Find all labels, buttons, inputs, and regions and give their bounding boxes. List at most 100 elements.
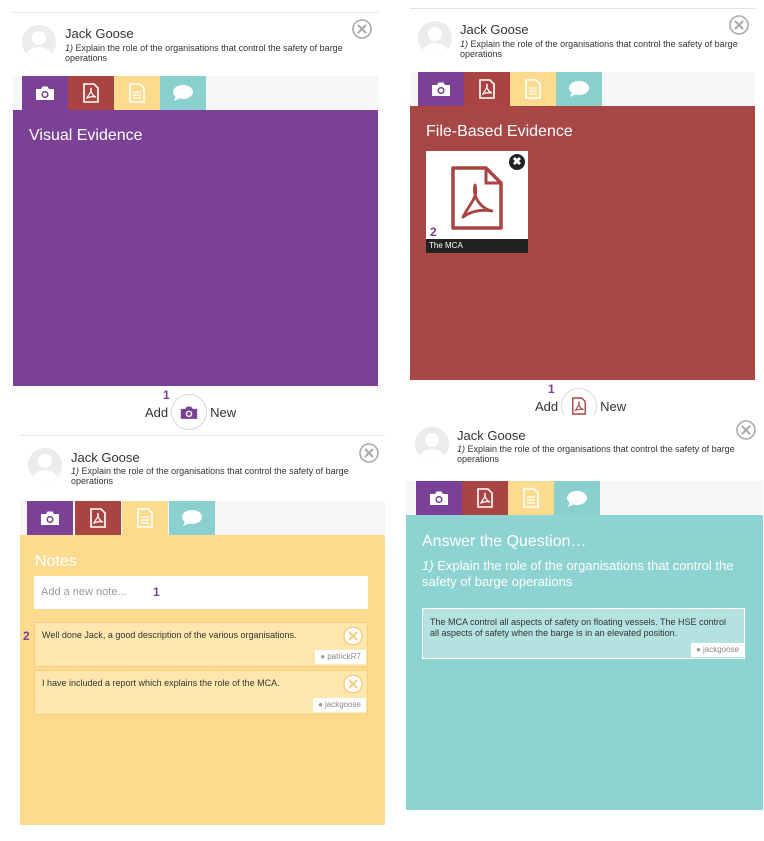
question-number: 1) xyxy=(457,444,466,454)
tab-comment[interactable] xyxy=(169,501,215,535)
section-title: Notes xyxy=(35,553,77,570)
note-icon xyxy=(525,79,541,99)
tab-notes[interactable] xyxy=(508,481,554,515)
section-title: Visual Evidence xyxy=(29,127,143,144)
add-photo-button[interactable] xyxy=(171,394,208,430)
pdf-icon xyxy=(479,79,495,99)
panel-header: Jack Goose 1) Explain the role of the or… xyxy=(13,12,378,77)
section-title: File-Based Evidence xyxy=(426,123,573,140)
evidence-tabs xyxy=(20,501,385,535)
add-label: Add xyxy=(145,404,169,420)
delete-note-icon[interactable] xyxy=(343,674,363,694)
evidence-tabs xyxy=(13,76,378,110)
close-icon[interactable] xyxy=(352,19,372,39)
question-text: 1) Explain the role of the organisations… xyxy=(457,444,742,464)
speech-bubble-icon xyxy=(567,490,587,507)
question-number: 1) xyxy=(460,39,469,49)
file-name: The MCA xyxy=(426,239,528,253)
notes-panel: Jack Goose 1) Explain the role of the or… xyxy=(20,435,385,825)
panel-header: Jack Goose 1) Explain the role of the or… xyxy=(410,8,755,73)
answer-area: Answer the Question… 1) Explain the role… xyxy=(406,515,763,810)
visual-evidence-panel: Jack Goose 1) Explain the role of the or… xyxy=(13,12,378,432)
tab-photo[interactable] xyxy=(418,72,464,106)
camera-icon xyxy=(430,491,448,505)
tab-notes[interactable] xyxy=(122,501,168,535)
note-icon xyxy=(137,508,153,528)
note-icon xyxy=(129,83,145,103)
pdf-file-icon xyxy=(451,166,503,230)
tab-notes[interactable] xyxy=(510,72,556,106)
add-label: Add xyxy=(535,398,559,414)
tab-file[interactable] xyxy=(462,481,508,515)
question-body: Explain the role of the organisations th… xyxy=(457,444,735,464)
tab-notes[interactable] xyxy=(114,76,160,110)
close-icon[interactable] xyxy=(729,15,749,35)
new-label: New xyxy=(600,398,627,414)
pdf-icon xyxy=(83,83,99,103)
question-number: 1) xyxy=(71,466,80,476)
file-evidence-panel: Jack Goose 1) Explain the role of the or… xyxy=(410,8,755,428)
speech-bubble-icon xyxy=(173,85,193,101)
student-name: Jack Goose xyxy=(460,22,529,37)
avatar xyxy=(28,448,62,482)
note-input-count: 1 xyxy=(153,585,160,599)
delete-note-icon[interactable] xyxy=(343,626,363,646)
camera-icon xyxy=(41,511,59,525)
note-item: I have included a report which explains … xyxy=(34,670,368,715)
panel-header: Jack Goose 1) Explain the role of the or… xyxy=(406,415,763,479)
question-body: Explain the role of the organisations th… xyxy=(460,39,738,59)
file-number: 2 xyxy=(430,225,437,239)
note-list-count: 2 xyxy=(23,629,30,643)
avatar xyxy=(418,21,452,55)
note-author: ● jackgoose xyxy=(313,698,366,712)
tab-comment[interactable] xyxy=(160,76,206,110)
note-text: I have included a report which explains … xyxy=(42,678,280,688)
tab-file[interactable] xyxy=(464,72,510,106)
user-icon: ● xyxy=(318,700,323,709)
tab-file[interactable] xyxy=(68,76,114,110)
user-icon: ● xyxy=(320,652,326,661)
camera-icon xyxy=(432,82,450,96)
avatar xyxy=(22,25,56,59)
author-name: jackgoose xyxy=(324,700,361,709)
question-body: Explain the role of the organisations th… xyxy=(422,558,734,589)
question-text: 1) Explain the role of the organisations… xyxy=(65,43,355,63)
add-new-visual: Add New xyxy=(145,394,236,430)
remove-file-icon[interactable]: ✖ xyxy=(509,154,525,170)
student-name: Jack Goose xyxy=(65,26,134,41)
section-title: Answer the Question… xyxy=(422,533,587,550)
evidence-tabs xyxy=(410,72,755,106)
visual-evidence-area: Visual Evidence xyxy=(13,110,378,386)
question-number: 1) xyxy=(422,558,434,573)
question-number: 1) xyxy=(65,43,74,53)
tab-photo[interactable] xyxy=(27,501,73,535)
new-label: New xyxy=(210,404,237,420)
answer-input[interactable]: The MCA control all aspects of safety on… xyxy=(422,608,745,659)
note-icon xyxy=(523,488,539,508)
user-icon: ● xyxy=(696,645,701,654)
tab-photo[interactable] xyxy=(22,76,68,110)
evidence-tabs xyxy=(406,481,763,516)
close-icon[interactable] xyxy=(736,420,756,440)
camera-icon xyxy=(180,406,198,419)
pdf-icon xyxy=(572,397,587,415)
student-name: Jack Goose xyxy=(457,428,526,443)
tab-comment[interactable] xyxy=(554,481,600,516)
tab-comment[interactable] xyxy=(556,72,602,106)
speech-bubble-icon xyxy=(569,81,589,97)
file-card[interactable]: ✖ 2 The MCA xyxy=(426,151,528,253)
tab-file[interactable] xyxy=(75,501,121,535)
camera-icon xyxy=(36,86,54,100)
file-evidence-area: File-Based Evidence ✖ 2 The MCA xyxy=(410,106,755,380)
new-note-input[interactable]: Add a new note... xyxy=(34,576,368,609)
answer-panel: Jack Goose 1) Explain the role of the or… xyxy=(406,415,763,810)
tab-photo[interactable] xyxy=(416,481,462,515)
speech-bubble-icon xyxy=(182,510,202,526)
author-name: patrickR7 xyxy=(327,652,361,661)
answer-author: ● jackgoose xyxy=(691,643,744,657)
answer-question: 1) Explain the role of the organisations… xyxy=(422,558,752,590)
note-item: Well done Jack, a good description of th… xyxy=(34,622,368,667)
question-body: Explain the role of the organisations th… xyxy=(71,466,349,486)
close-icon[interactable] xyxy=(359,443,379,463)
question-body: Explain the role of the organisations th… xyxy=(65,43,343,63)
